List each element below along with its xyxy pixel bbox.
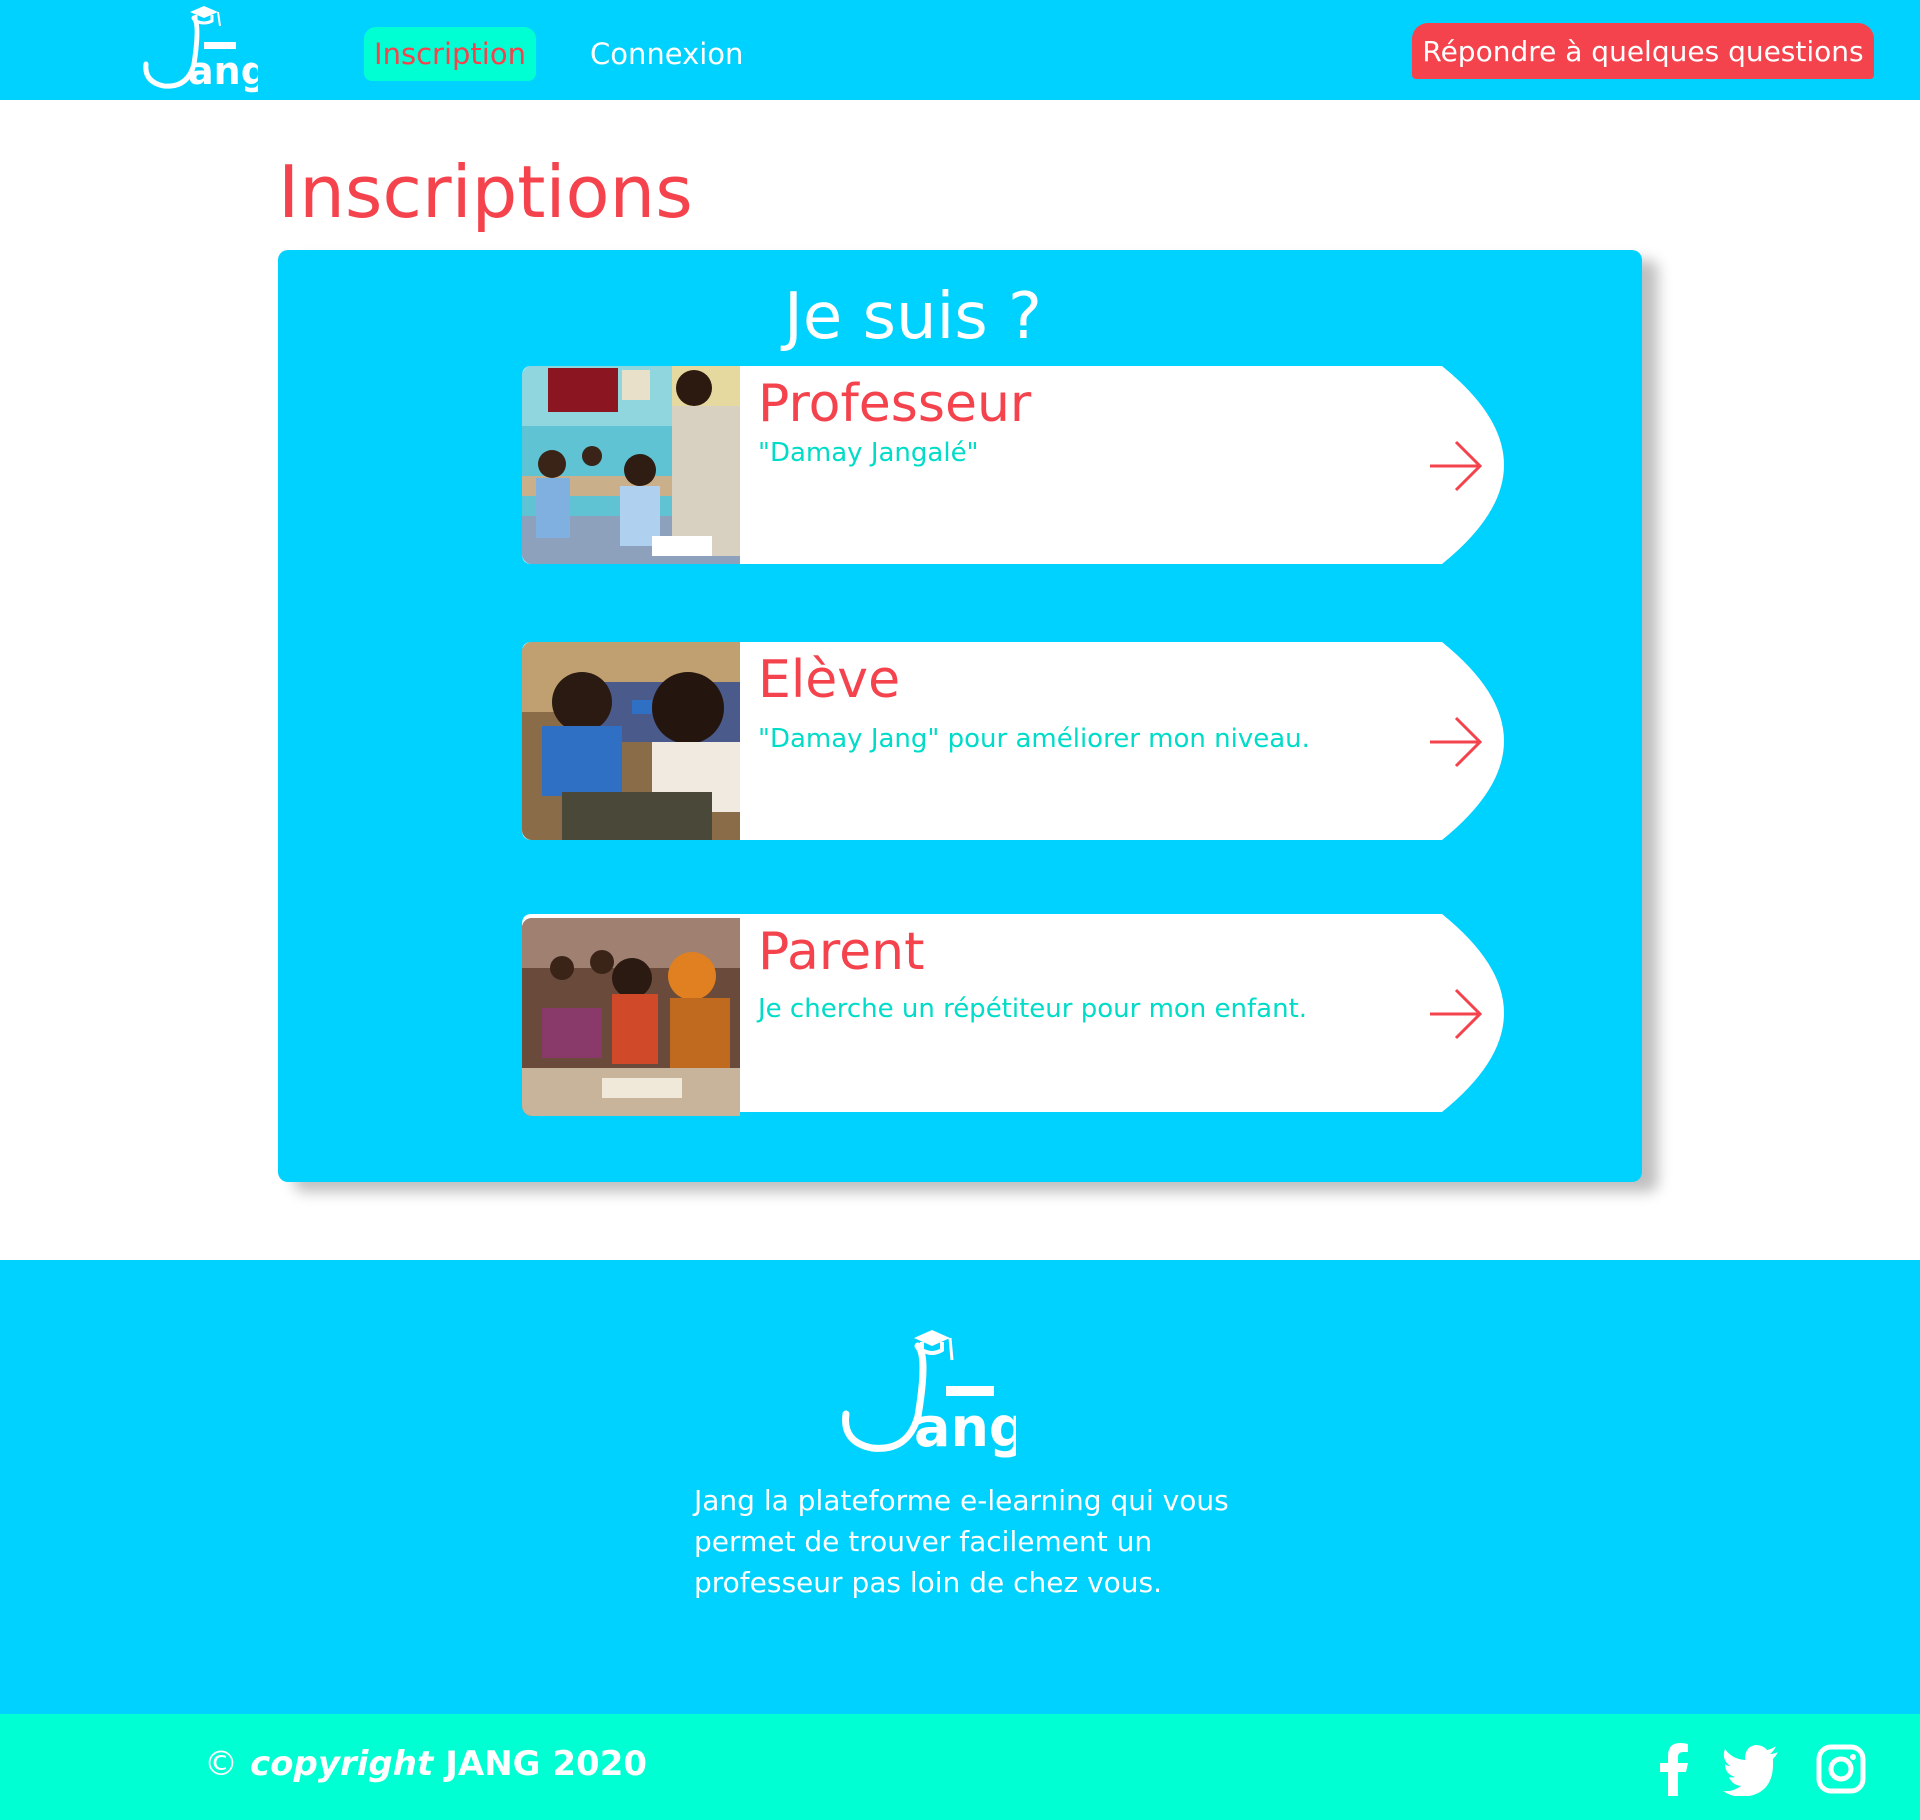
footer-description: Jang la plateforme e-learning qui vous p… (694, 1484, 1229, 1599)
card-title: Elève (758, 650, 901, 710)
footer-jang-logo: ang (836, 1326, 1028, 1466)
copyright: © copyright JANG 2020 (204, 1744, 647, 1784)
arrow-right-icon[interactable] (1428, 988, 1484, 1040)
copyright-symbol: © (204, 1744, 238, 1784)
questions-button[interactable]: Répondre à quelques questions (1412, 23, 1874, 79)
header: ang Inscription Connexion Répondre à que… (0, 0, 1920, 100)
copyright-word: copyright (250, 1744, 434, 1784)
card-eleve[interactable]: Elève "Damay Jang" pour améliorer mon ni… (522, 642, 1504, 840)
svg-text:ang: ang (914, 1396, 1016, 1459)
role-panel: Je suis ? Professeur "Damay Jangalé" Elè… (278, 250, 1642, 1182)
panel-title: Je suis ? (784, 280, 1042, 354)
card-subtitle: "Damay Jangalé" (758, 438, 979, 468)
copyright-brand: JANG 2020 (445, 1744, 648, 1784)
instagram-icon[interactable] (1816, 1742, 1866, 1796)
svg-text:ang: ang (188, 49, 258, 93)
jang-logo[interactable]: ang (138, 4, 268, 98)
nav-inscription[interactable]: Inscription (364, 27, 536, 81)
parents-classroom-photo (522, 918, 740, 1116)
page-title: Inscriptions (278, 150, 693, 234)
nav-connexion[interactable]: Connexion (590, 27, 743, 81)
card-title: Professeur (758, 374, 1032, 434)
card-subtitle: "Damay Jang" pour améliorer mon niveau. (758, 724, 1310, 754)
twitter-icon[interactable] (1722, 1742, 1780, 1796)
teacher-classroom-photo (522, 366, 740, 564)
card-title: Parent (758, 922, 925, 982)
arrow-right-icon[interactable] (1428, 716, 1484, 768)
footer: ang Jang la plateforme e-learning qui vo… (0, 1260, 1920, 1714)
card-subtitle: Je cherche un répétiteur pour mon enfant… (758, 994, 1308, 1024)
facebook-icon[interactable] (1648, 1742, 1698, 1796)
arrow-right-icon[interactable] (1428, 440, 1484, 492)
copyright-bar: © copyright JANG 2020 (0, 1714, 1920, 1820)
card-parent[interactable]: Parent Je cherche un répétiteur pour mon… (522, 914, 1504, 1116)
card-professeur[interactable]: Professeur "Damay Jangalé" (522, 366, 1504, 564)
students-classroom-photo (522, 642, 740, 840)
